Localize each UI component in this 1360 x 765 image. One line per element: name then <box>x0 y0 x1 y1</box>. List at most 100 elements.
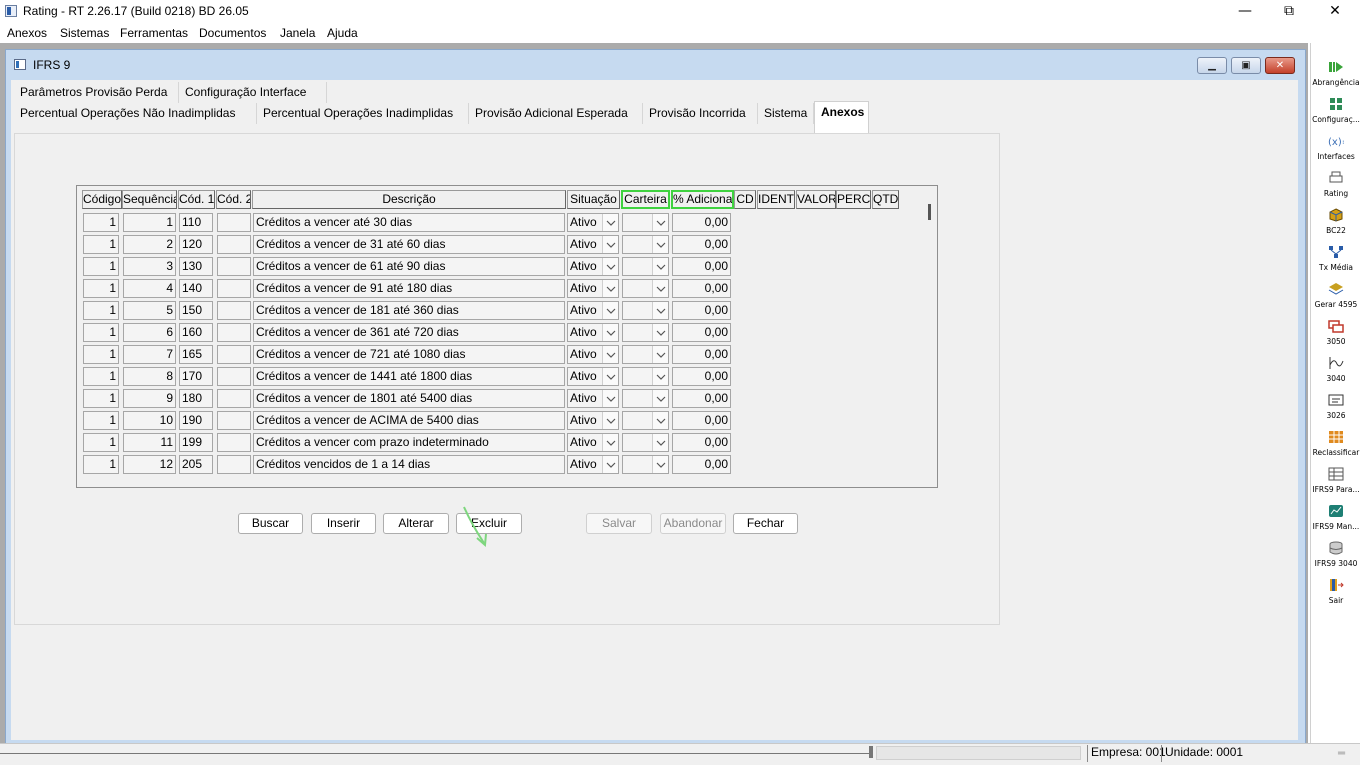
cell-cod2[interactable] <box>217 323 251 342</box>
chevron-down-icon[interactable] <box>652 258 668 275</box>
vertical-scrollbar[interactable] <box>928 204 931 220</box>
cell-cod1[interactable]: 110 <box>179 213 213 232</box>
header-codigo[interactable]: Código <box>82 190 122 209</box>
maximize-button[interactable]: ⧉ <box>1266 0 1312 23</box>
carteira-select[interactable] <box>622 257 669 276</box>
header-situacao[interactable]: Situação <box>567 190 620 209</box>
situacao-select[interactable]: Ativo <box>567 367 619 386</box>
cell-sequencia[interactable]: 7 <box>123 345 176 364</box>
situacao-select[interactable]: Ativo <box>567 279 619 298</box>
chevron-down-icon[interactable] <box>652 280 668 297</box>
cell-descricao[interactable]: Créditos a vencer com prazo indeterminad… <box>253 433 565 452</box>
cell-codigo[interactable]: 1 <box>83 367 119 386</box>
cell-codigo[interactable]: 1 <box>83 345 119 364</box>
toolbar-button-3040[interactable]: 3040 <box>1311 356 1360 392</box>
resize-grip-icon[interactable]: ═ <box>1338 748 1345 759</box>
chevron-down-icon[interactable] <box>652 368 668 385</box>
situacao-select[interactable]: Ativo <box>567 301 619 320</box>
chevron-down-icon[interactable] <box>652 302 668 319</box>
toolbar-button-configura[interactable]: Configuraç... <box>1311 97 1360 133</box>
toolbar-button-sair[interactable]: Sair <box>1311 578 1360 614</box>
table-row[interactable]: 1 4 140 Créditos a vencer de 91 até 180 dia… <box>77 279 777 298</box>
toolbar-button-ifrs9-para[interactable]: IFRS9 Para... <box>1311 467 1360 503</box>
carteira-select[interactable] <box>622 389 669 408</box>
carteira-select[interactable] <box>622 455 669 474</box>
cell-sequencia[interactable]: 3 <box>123 257 176 276</box>
cell-cod1[interactable]: 205 <box>179 455 213 474</box>
cell-cod1[interactable]: 199 <box>179 433 213 452</box>
situacao-select[interactable]: Ativo <box>567 433 619 452</box>
cell-cod2[interactable] <box>217 411 251 430</box>
minimize-button[interactable]: — <box>1222 0 1268 23</box>
cell-adicional[interactable]: 0,00 <box>672 257 731 276</box>
header-cd[interactable]: CD <box>734 190 756 209</box>
header-cod2[interactable]: Cód. 2 <box>216 190 251 209</box>
chevron-down-icon[interactable] <box>602 456 618 473</box>
cell-cod1[interactable]: 165 <box>179 345 213 364</box>
table-row[interactable]: 1 7 165 Créditos a vencer de 721 até 1080 d… <box>77 345 777 364</box>
toolbar-button-bc22[interactable]: BC22 <box>1311 208 1360 244</box>
carteira-select[interactable] <box>622 367 669 386</box>
cell-cod1[interactable]: 130 <box>179 257 213 276</box>
cell-descricao[interactable]: Créditos a vencer de 31 até 60 dias <box>253 235 565 254</box>
cell-adicional[interactable]: 0,00 <box>672 279 731 298</box>
toolbar-button-abrang-ncia[interactable]: Abrangência <box>1311 60 1360 96</box>
carteira-select[interactable] <box>622 213 669 232</box>
cell-sequencia[interactable]: 6 <box>123 323 176 342</box>
cell-cod2[interactable] <box>217 455 251 474</box>
carteira-select[interactable] <box>622 411 669 430</box>
header-carteira[interactable]: Carteira <box>621 190 670 209</box>
cell-sequencia[interactable]: 10 <box>123 411 176 430</box>
cell-descricao[interactable]: Créditos a vencer de 1441 até 1800 dias <box>253 367 565 386</box>
chevron-down-icon[interactable] <box>602 280 618 297</box>
cell-cod2[interactable] <box>217 345 251 364</box>
cell-codigo[interactable]: 1 <box>83 279 119 298</box>
chevron-down-icon[interactable] <box>602 302 618 319</box>
cell-adicional[interactable]: 0,00 <box>672 455 731 474</box>
cell-descricao[interactable]: Créditos a vencer de 91 até 180 dias <box>253 279 565 298</box>
cell-cod2[interactable] <box>217 213 251 232</box>
tab-perc-inadimplidas[interactable]: Percentual Operações Inadimplidas <box>257 103 469 124</box>
cell-codigo[interactable]: 1 <box>83 433 119 452</box>
cell-descricao[interactable]: Créditos a vencer até 30 dias <box>253 213 565 232</box>
table-row[interactable]: 1 1 110 Créditos a vencer até 30 dias Ativo 0… <box>77 213 777 232</box>
menu-ajuda[interactable]: Ajuda <box>327 26 358 40</box>
cell-cod2[interactable] <box>217 389 251 408</box>
status-splitter[interactable] <box>869 746 873 758</box>
table-row[interactable]: 1 11 199 Créditos a vencer com prazo indete… <box>77 433 777 452</box>
cell-codigo[interactable]: 1 <box>83 455 119 474</box>
table-row[interactable]: 1 10 190 Créditos a vencer de ACIMA de 5400… <box>77 411 777 430</box>
alterar-button[interactable]: Alterar <box>383 513 449 534</box>
header-sequencia[interactable]: Sequência <box>122 190 177 209</box>
toolbar-button-interfaces[interactable]: (x)= Interfaces <box>1311 134 1360 170</box>
cell-descricao[interactable]: Créditos vencidos de 1 a 14 dias <box>253 455 565 474</box>
carteira-select[interactable] <box>622 433 669 452</box>
menu-anexos[interactable]: Anexos <box>7 26 47 40</box>
cell-adicional[interactable]: 0,00 <box>672 389 731 408</box>
tab-perc-nao-inadimplidas[interactable]: Percentual Operações Não Inadimplidas <box>14 103 257 124</box>
situacao-select[interactable]: Ativo <box>567 345 619 364</box>
situacao-select[interactable]: Ativo <box>567 389 619 408</box>
chevron-down-icon[interactable] <box>652 324 668 341</box>
toolbar-button-tx-m-dia[interactable]: Tx Média <box>1311 245 1360 281</box>
menu-sistemas[interactable]: Sistemas <box>60 26 109 40</box>
cell-adicional[interactable]: 0,00 <box>672 301 731 320</box>
cell-adicional[interactable]: 0,00 <box>672 367 731 386</box>
child-restore-button[interactable]: ▣ <box>1231 57 1261 74</box>
tab-configuracao-interface[interactable]: Configuração Interface <box>179 82 327 103</box>
cell-sequencia[interactable]: 4 <box>123 279 176 298</box>
header-adicional[interactable]: % Adicional <box>671 190 734 209</box>
chevron-down-icon[interactable] <box>602 412 618 429</box>
cell-codigo[interactable]: 1 <box>83 213 119 232</box>
chevron-down-icon[interactable] <box>652 390 668 407</box>
cell-cod1[interactable]: 170 <box>179 367 213 386</box>
header-descricao[interactable]: Descrição <box>252 190 566 209</box>
cell-sequencia[interactable]: 2 <box>123 235 176 254</box>
child-close-button[interactable]: ✕ <box>1265 57 1295 74</box>
toolbar-button-3050[interactable]: 3050 <box>1311 319 1360 355</box>
cell-descricao[interactable]: Créditos a vencer de 721 até 1080 dias <box>253 345 565 364</box>
chevron-down-icon[interactable] <box>602 324 618 341</box>
tab-anexos[interactable]: Anexos <box>814 101 869 134</box>
tab-provisao-adicional[interactable]: Provisão Adicional Esperada <box>469 103 643 124</box>
cell-adicional[interactable]: 0,00 <box>672 411 731 430</box>
